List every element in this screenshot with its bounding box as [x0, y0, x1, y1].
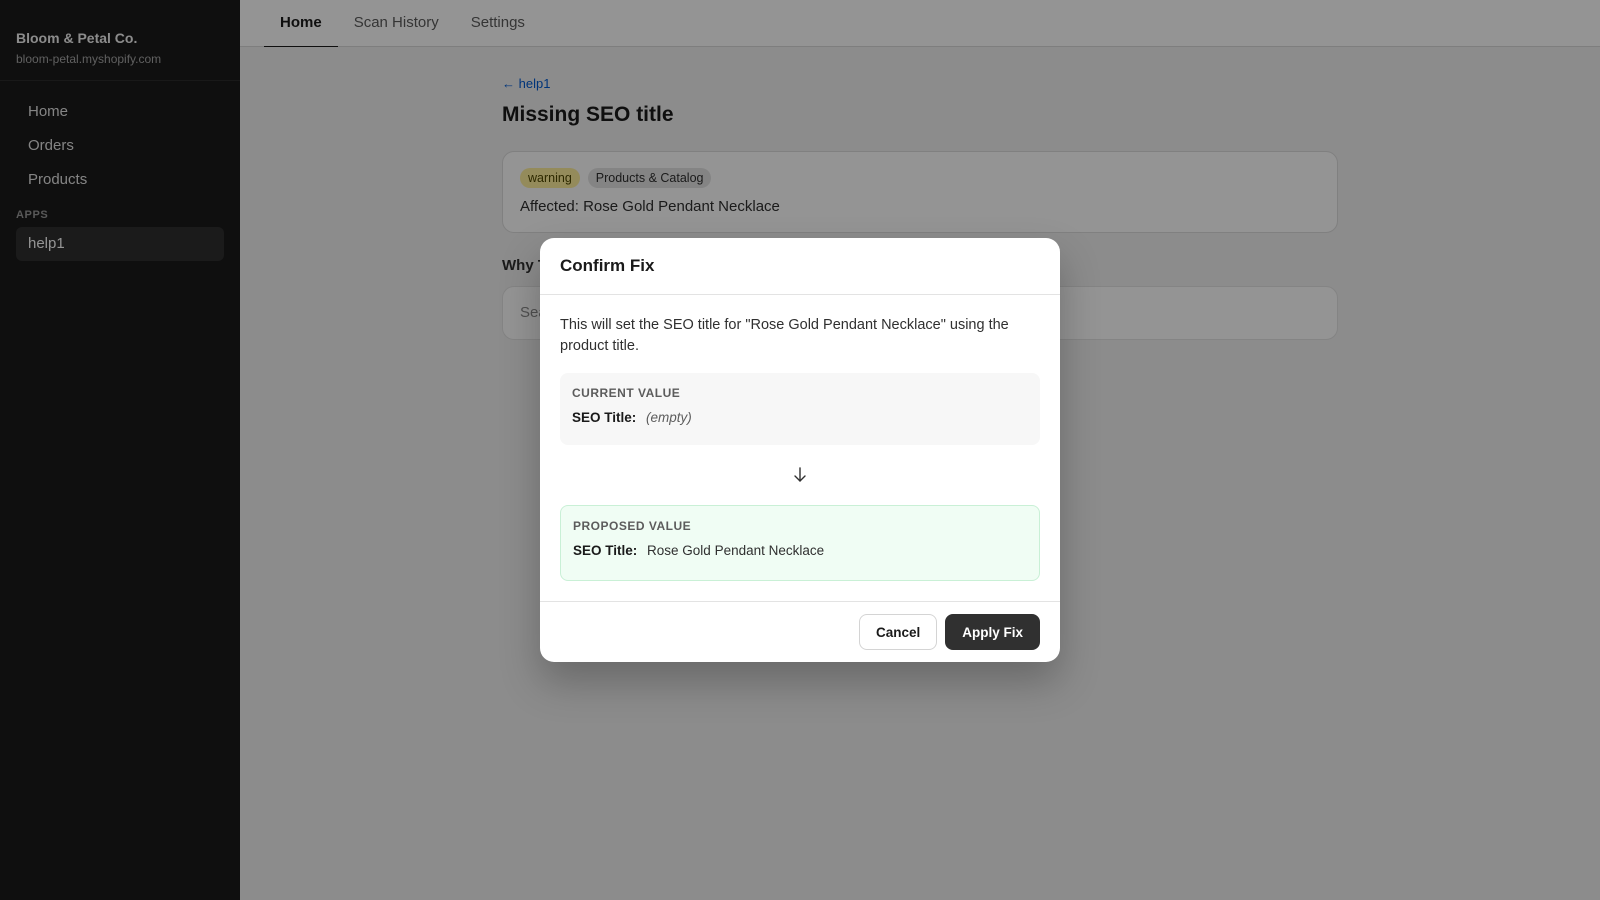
proposed-value-text: Rose Gold Pendant Necklace [647, 543, 825, 558]
current-value-key: SEO Title: [572, 410, 637, 425]
proposed-value-box: PROPOSED VALUE SEO Title: Rose Gold Pend… [560, 505, 1040, 581]
current-value-text: (empty) [646, 410, 692, 425]
proposed-value-key: SEO Title: [573, 543, 638, 558]
proposed-value-row: SEO Title: Rose Gold Pendant Necklace [573, 543, 1027, 558]
apply-fix-button[interactable]: Apply Fix [945, 614, 1040, 650]
arrow-down-icon [560, 445, 1040, 505]
modal-footer: Cancel Apply Fix [540, 601, 1060, 662]
current-value-box: CURRENT VALUE SEO Title: (empty) [560, 373, 1040, 445]
confirm-fix-modal: Confirm Fix This will set the SEO title … [540, 238, 1060, 662]
current-value-label: CURRENT VALUE [572, 386, 681, 400]
cancel-button[interactable]: Cancel [858, 614, 938, 650]
modal-header: Confirm Fix [540, 238, 1060, 295]
proposed-value-label: PROPOSED VALUE [573, 519, 692, 533]
modal-title: Confirm Fix [560, 256, 655, 275]
current-value-row: SEO Title: (empty) [572, 410, 1028, 425]
modal-body: This will set the SEO title for "Rose Go… [540, 295, 1060, 581]
modal-description: This will set the SEO title for "Rose Go… [560, 317, 1009, 354]
